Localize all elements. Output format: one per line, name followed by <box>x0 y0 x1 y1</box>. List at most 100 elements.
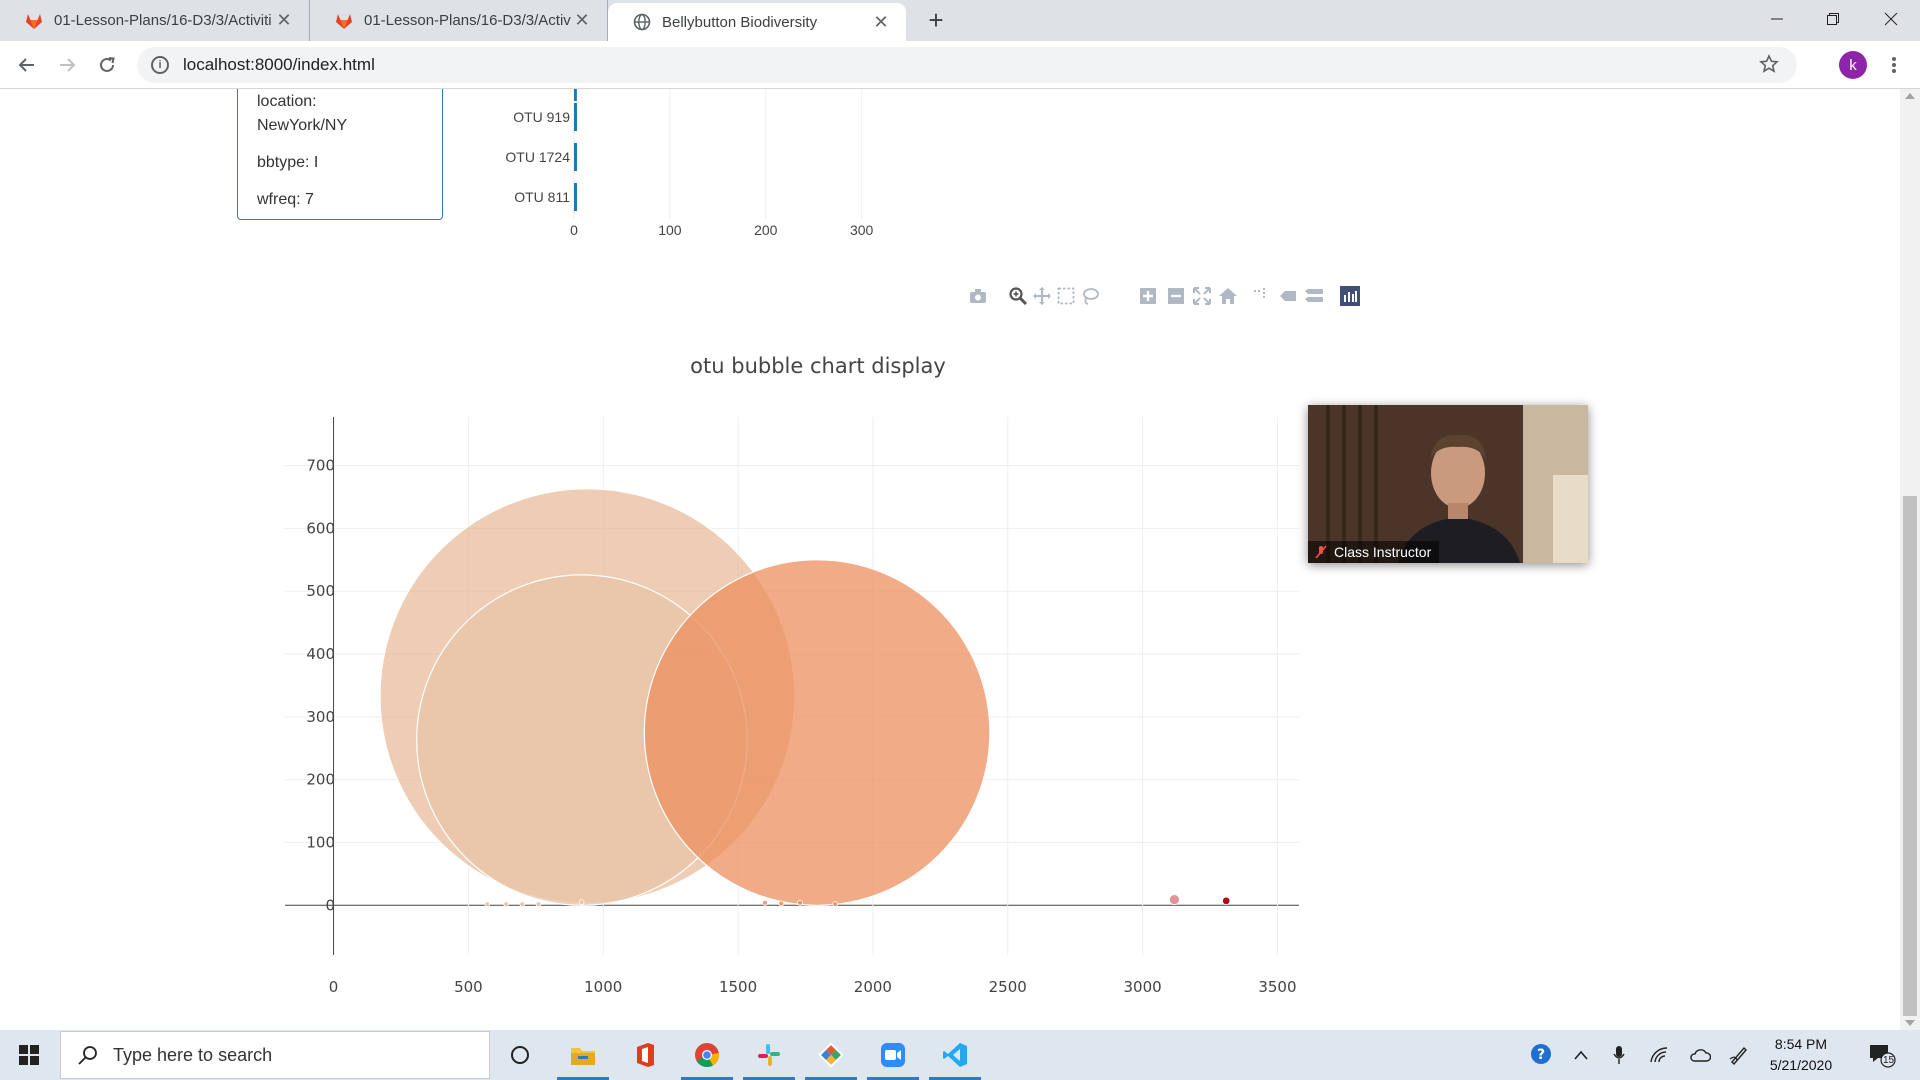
video-overlay[interactable]: Class Instructor <box>1308 405 1588 563</box>
clock-time: 8:54 PM <box>1774 1036 1828 1052</box>
profile-avatar[interactable]: k <box>1839 51 1867 79</box>
zoom-icon[interactable] <box>1008 286 1028 306</box>
y-tick-label: 400 <box>306 645 335 663</box>
browser-tab-2[interactable]: 01-Lesson-Plans/16-D3/3/Activiti ✕ <box>310 0 608 41</box>
microphone-tray-button[interactable] <box>1604 1030 1634 1080</box>
camera-icon[interactable] <box>968 286 988 306</box>
scroll-up-arrow-icon[interactable] <box>1905 93 1915 99</box>
bar-category-label: OTU 1724 <box>505 149 570 165</box>
bubble-point[interactable] <box>1168 894 1180 906</box>
address-bar[interactable]: i localhost:8000/index.html <box>137 47 1797 83</box>
bar-x-tick-label: 300 <box>850 222 874 238</box>
bubble-point[interactable] <box>797 899 803 906</box>
bubble-point[interactable] <box>1222 896 1231 906</box>
bubble-point[interactable] <box>503 901 510 907</box>
onedrive-tray-button[interactable] <box>1684 1030 1716 1080</box>
task-view-icon <box>511 1046 529 1064</box>
forward-button[interactable] <box>51 49 83 81</box>
close-icon[interactable]: ✕ <box>273 10 295 31</box>
taskbar-app-chrome[interactable] <box>677 1030 737 1080</box>
metadata-location-value: NewYork/NY <box>257 117 348 134</box>
back-button[interactable] <box>11 49 43 81</box>
arrow-right-icon <box>60 58 76 72</box>
windows-logo-icon <box>19 1045 39 1065</box>
box-select-icon[interactable] <box>1056 286 1076 306</box>
minimize-button[interactable] <box>1749 0 1805 38</box>
browser-tab-1[interactable]: 01-Lesson-Plans/16-D3/3/Activiti ✕ <box>0 0 310 41</box>
bubble-point[interactable] <box>778 900 785 907</box>
bar-mark[interactable] <box>574 103 577 131</box>
taskbar-app-file-explorer[interactable] <box>553 1030 613 1080</box>
network-tray-button[interactable] <box>1644 1030 1674 1080</box>
help-tray-button[interactable]: ? <box>1524 1030 1560 1080</box>
bubble-point[interactable] <box>484 901 491 907</box>
autoscale-icon[interactable] <box>1192 286 1212 306</box>
bar-mark[interactable] <box>574 183 577 211</box>
plotly-logo-icon[interactable] <box>1340 286 1360 306</box>
clock-date: 5/21/2020 <box>1769 1057 1833 1073</box>
bar-x-tick-label: 200 <box>754 222 778 238</box>
y-tick-label: 600 <box>306 519 335 537</box>
restore-button[interactable] <box>1805 0 1861 38</box>
task-view-button[interactable] <box>490 1030 550 1080</box>
browser-toolbar: i localhost:8000/index.html k <box>0 41 1920 89</box>
windows-taskbar: Type here to search ? 8:54 PM 5/21/2020 … <box>0 1030 1920 1080</box>
bookmark-star-icon[interactable] <box>1759 54 1779 79</box>
spike-lines-icon[interactable] <box>1250 286 1270 306</box>
pen-tray-button[interactable] <box>1724 1030 1754 1080</box>
taskbar-app-git[interactable] <box>801 1030 861 1080</box>
tab-title: Bellybutton Biodiversity <box>662 13 818 31</box>
taskbar-app-slack[interactable] <box>739 1030 799 1080</box>
url-text: localhost:8000/index.html <box>183 55 375 74</box>
reset-axes-icon[interactable] <box>1218 286 1238 306</box>
zoom-in-icon[interactable] <box>1138 286 1158 306</box>
close-window-button[interactable] <box>1863 0 1919 38</box>
page-scrollbar[interactable] <box>1900 89 1920 1030</box>
bubble-point[interactable] <box>643 559 991 906</box>
x-tick-label: 1500 <box>719 978 757 996</box>
office-icon <box>637 1043 654 1067</box>
microphone-icon <box>1613 1046 1625 1064</box>
metadata-location-label: location: <box>257 93 317 110</box>
bubble-point[interactable] <box>519 901 526 907</box>
taskbar-app-office[interactable] <box>615 1030 675 1080</box>
hover-compare-icon[interactable] <box>1304 286 1324 306</box>
zoom-out-icon[interactable] <box>1166 286 1186 306</box>
close-icon[interactable]: ✕ <box>571 10 593 31</box>
browser-tab-active[interactable]: Bellybutton Biodiversity ✕ <box>608 3 906 41</box>
otu-bubble-chart[interactable]: otu bubble chart display 0 100 200 300 400 500… <box>0 309 1400 1009</box>
bar-mark[interactable] <box>574 89 577 101</box>
close-icon[interactable]: ✕ <box>870 12 892 33</box>
pan-icon[interactable] <box>1032 286 1052 306</box>
reload-button[interactable] <box>91 49 123 81</box>
taskbar-search-box[interactable]: Type here to search <box>60 1031 490 1079</box>
tab-title: 01-Lesson-Plans/16-D3/3/Activiti <box>54 12 272 29</box>
show-hidden-icons-button[interactable] <box>1566 1030 1596 1080</box>
taskbar-app-vscode[interactable] <box>925 1030 985 1080</box>
taskbar-clock[interactable]: 8:54 PM 5/21/2020 <box>1757 1034 1845 1076</box>
info-icon[interactable]: i <box>151 56 169 74</box>
otu-bar-chart[interactable]: 0 100 200 300 OTU 919 OTU 1724 OTU 811 <box>470 89 970 239</box>
mic-muted-icon <box>1315 545 1327 559</box>
bar-mark[interactable] <box>574 143 577 171</box>
bubble-point[interactable] <box>762 899 768 906</box>
bar-category-label: OTU 919 <box>513 109 570 125</box>
tab-title: 01-Lesson-Plans/16-D3/3/Activiti <box>364 12 571 29</box>
git-icon <box>818 1042 844 1068</box>
metadata-bbtype: bbtype: I <box>257 154 319 171</box>
bubble-point[interactable] <box>535 901 542 907</box>
menu-button[interactable] <box>1878 49 1910 81</box>
action-center-button[interactable]: 15 <box>1862 1030 1902 1080</box>
x-tick-label: 0 <box>329 978 339 996</box>
scrollbar-thumb[interactable] <box>1903 496 1917 1016</box>
new-tab-button[interactable]: + <box>920 4 952 36</box>
bubble-point[interactable] <box>578 899 585 906</box>
taskbar-app-zoom[interactable] <box>863 1030 923 1080</box>
hover-closest-icon[interactable] <box>1278 286 1298 306</box>
y-tick-label: 300 <box>306 708 335 726</box>
bar-x-tick-label: 0 <box>570 222 578 238</box>
bubble-point[interactable] <box>832 901 839 907</box>
scroll-down-arrow-icon[interactable] <box>1905 1020 1915 1026</box>
start-button[interactable] <box>0 1030 58 1080</box>
lasso-select-icon[interactable] <box>1080 286 1100 306</box>
